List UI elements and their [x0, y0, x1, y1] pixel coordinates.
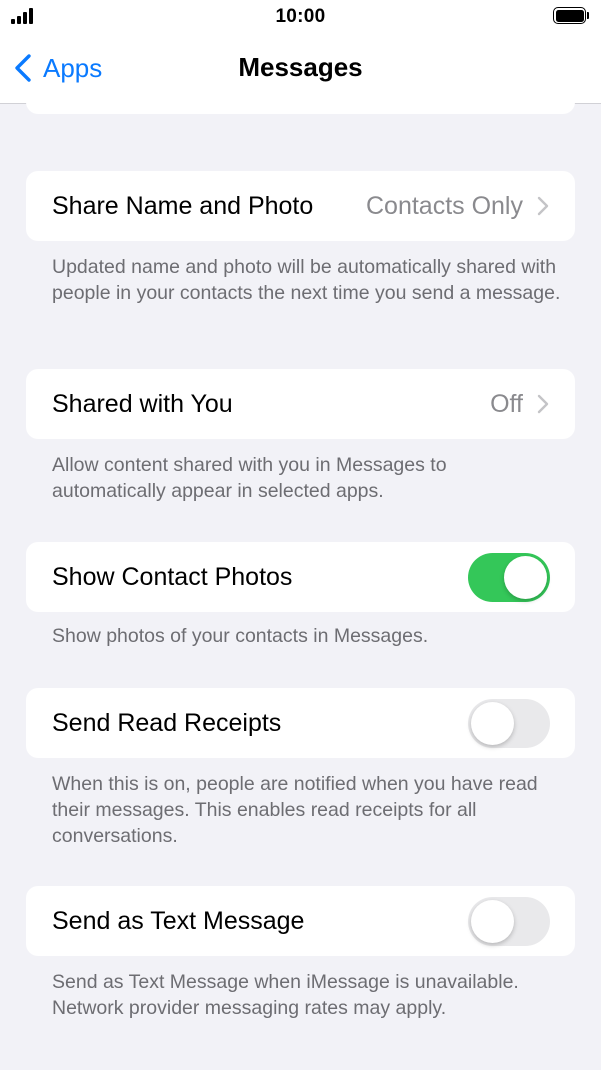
share-name-and-photo-footer: Updated name and photo will be automatic…	[52, 256, 561, 304]
chevron-right-icon	[537, 196, 549, 216]
show-contact-photos-label: Show Contact Photos	[52, 562, 293, 591]
previous-settings-group	[26, 100, 575, 114]
send-read-receipts-footer: When this is on, people are notified whe…	[52, 773, 538, 847]
share-name-and-photo-value: Contacts Only	[365, 191, 523, 220]
send-read-receipts-row: Send Read Receipts	[26, 688, 575, 758]
show-contact-photos-row: Show Contact Photos	[26, 542, 575, 612]
show-contact-photos-footer: Show photos of your contacts in Messages…	[52, 625, 429, 647]
share-name-and-photo-label: Share Name and Photo	[52, 191, 314, 220]
navigation-bar: Apps Messages	[0, 34, 601, 104]
send-as-text-message-label: Send as Text Message	[52, 906, 305, 935]
send-as-text-message-row: Send as Text Message	[26, 886, 575, 956]
send-read-receipts-toggle[interactable]	[468, 699, 550, 748]
send-read-receipts-label: Send Read Receipts	[52, 708, 282, 737]
shared-with-you-value: Off	[490, 389, 523, 418]
share-name-and-photo-row[interactable]: Share Name and Photo Contacts Only	[26, 171, 575, 241]
toggle-knob	[471, 900, 514, 943]
page-title: Messages	[238, 52, 363, 82]
send-as-text-message-footer: Send as Text Message when iMessage is un…	[52, 971, 519, 1019]
status-bar: 10:00	[0, 0, 601, 34]
send-as-text-message-toggle[interactable]	[468, 897, 550, 946]
show-contact-photos-toggle[interactable]	[468, 553, 550, 602]
toggle-knob	[471, 702, 514, 745]
shared-with-you-label: Shared with You	[52, 389, 233, 418]
chevron-right-icon	[537, 394, 549, 414]
battery-icon	[553, 7, 589, 24]
status-time: 10:00	[275, 6, 326, 27]
shared-with-you-footer: Allow content shared with you in Message…	[52, 454, 447, 502]
toggle-knob	[504, 556, 547, 599]
shared-with-you-row[interactable]: Shared with You Off	[26, 369, 575, 439]
